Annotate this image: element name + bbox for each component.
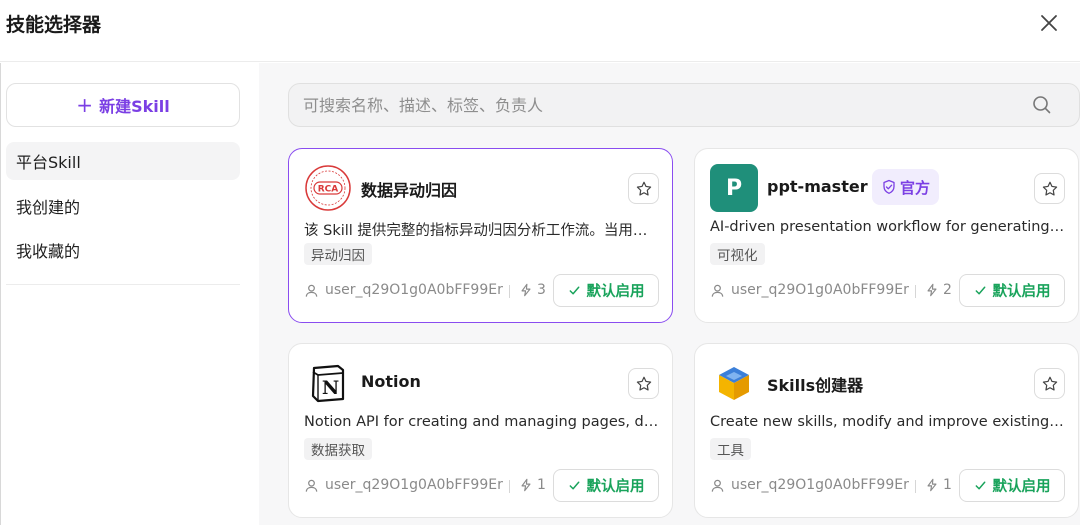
card-footer: user_q29O1g0A0bFF99Er 2 默认启用 [710, 274, 1065, 308]
new-skill-label: 新建Skill [99, 97, 170, 116]
dialog-title: 技能选择器 [6, 14, 102, 36]
default-enable-button[interactable]: 默认启用 [553, 469, 659, 502]
sidebar: + 新建Skill 平台Skill 我创建的 我收藏的 [0, 63, 258, 525]
owner-name: user_q29O1g0A0bFF99Er [325, 282, 503, 298]
skill-tag: 工具 [710, 438, 751, 460]
favorite-star-button[interactable] [1034, 368, 1065, 399]
skill-card-ppt-master[interactable]: P ppt-master 官方 AI-driven presentation w… [694, 148, 1079, 323]
usage-count: 3 [519, 282, 553, 298]
sidebar-item-favorites[interactable]: 我收藏的 [6, 231, 240, 269]
close-icon[interactable] [1036, 10, 1062, 36]
enable-label: 默认启用 [992, 284, 1051, 300]
lightning-icon [927, 283, 937, 297]
default-enable-button[interactable]: 默认启用 [959, 469, 1065, 502]
dialog-header: 技能选择器 [0, 0, 1080, 62]
cube-logo-icon [710, 359, 758, 407]
search-icon[interactable] [1032, 95, 1052, 115]
favorite-star-button[interactable] [1034, 173, 1065, 204]
user-icon [305, 284, 318, 297]
usage-count: 2 [925, 282, 959, 298]
skill-card-rca[interactable]: RCA 数据异动归因 该 Skill 提供完整的指标异动归因分析工作流。当用户需… [288, 148, 673, 323]
skill-card-notion[interactable]: N Notion Notion API for creating and man… [288, 343, 673, 518]
sidebar-item-label: 我收藏的 [16, 242, 81, 261]
usage-count: 1 [925, 477, 959, 493]
official-badge: 官方 [872, 169, 940, 205]
user-icon [711, 479, 724, 492]
footer-separator [509, 480, 510, 493]
main-content: RCA 数据异动归因 该 Skill 提供完整的指标异动归因分析工作流。当用户需… [259, 63, 1080, 525]
search-bar [288, 83, 1080, 127]
usage-value: 2 [943, 282, 952, 298]
default-enable-button[interactable]: 默认启用 [553, 274, 659, 307]
skill-description: 该 Skill 提供完整的指标异动归因分析工作流。当用户需要分析指标异动原因时使… [304, 223, 659, 239]
sidebar-item-label: 我创建的 [16, 198, 81, 217]
owner-name: user_q29O1g0A0bFF99Er [731, 477, 909, 493]
new-skill-button[interactable]: + 新建Skill [6, 83, 240, 127]
owner-info: user_q29O1g0A0bFF99Er [710, 477, 909, 493]
sidebar-divider [6, 284, 240, 285]
enable-label: 默认启用 [586, 284, 645, 300]
usage-value: 3 [537, 282, 546, 298]
skill-tag: 可视化 [710, 243, 765, 265]
usage-count: 1 [519, 477, 553, 493]
shield-check-icon [883, 179, 895, 194]
lightning-icon [521, 478, 531, 492]
owner-info: user_q29O1g0A0bFF99Er [304, 477, 503, 493]
skill-description: Notion API for creating and managing pag… [304, 414, 659, 430]
skill-description: Create new skills, modify and improve ex… [710, 414, 1065, 430]
rca-logo-icon: RCA [304, 164, 352, 212]
sidebar-item-platform-skill[interactable]: 平台Skill [6, 142, 240, 180]
skill-tag: 数据获取 [304, 438, 372, 460]
plus-icon: + [76, 93, 94, 117]
official-label: 官方 [900, 178, 931, 197]
footer-separator [509, 285, 510, 298]
footer-separator [915, 285, 916, 298]
skill-name: Notion [361, 372, 421, 391]
sidebar-item-label: 平台Skill [16, 153, 81, 172]
check-icon [569, 286, 579, 295]
owner-name: user_q29O1g0A0bFF99Er [325, 477, 503, 493]
enable-label: 默认启用 [992, 479, 1051, 495]
skill-description: AI-driven presentation workflow for gene… [710, 219, 1065, 235]
card-footer: user_q29O1g0A0bFF99Er 3 默认启用 [304, 274, 659, 308]
skill-card-skills-creator[interactable]: Skills创建器 Create new skills, modify and … [694, 343, 1079, 518]
owner-info: user_q29O1g0A0bFF99Er [304, 282, 503, 298]
check-icon [569, 481, 579, 490]
skill-tag: 异动归因 [304, 243, 372, 265]
check-icon [975, 286, 985, 295]
sidebar-item-created-by-me[interactable]: 我创建的 [6, 187, 240, 225]
usage-value: 1 [943, 477, 952, 493]
svg-text:RCA: RCA [318, 185, 339, 195]
check-icon [975, 481, 985, 490]
default-enable-button[interactable]: 默认启用 [959, 274, 1065, 307]
card-footer: user_q29O1g0A0bFF99Er 1 默认启用 [304, 469, 659, 503]
owner-name: user_q29O1g0A0bFF99Er [731, 282, 909, 298]
usage-value: 1 [537, 477, 546, 493]
user-icon [711, 284, 724, 297]
notion-logo-icon: N [304, 359, 352, 407]
owner-info: user_q29O1g0A0bFF99Er [710, 282, 909, 298]
skill-name: ppt-master [767, 177, 868, 196]
lightning-icon [927, 478, 937, 492]
skill-name: Skills创建器 [767, 376, 864, 395]
user-icon [305, 479, 318, 492]
footer-separator [915, 480, 916, 493]
favorite-star-button[interactable] [628, 368, 659, 399]
enable-label: 默认启用 [586, 479, 645, 495]
search-input[interactable] [303, 84, 1003, 126]
lightning-icon [521, 283, 531, 297]
svg-text:N: N [322, 377, 339, 399]
ppt-logo-icon: P [710, 164, 758, 212]
card-footer: user_q29O1g0A0bFF99Er 1 默认启用 [710, 469, 1065, 503]
favorite-star-button[interactable] [628, 173, 659, 204]
skill-name: 数据异动归因 [361, 181, 458, 200]
